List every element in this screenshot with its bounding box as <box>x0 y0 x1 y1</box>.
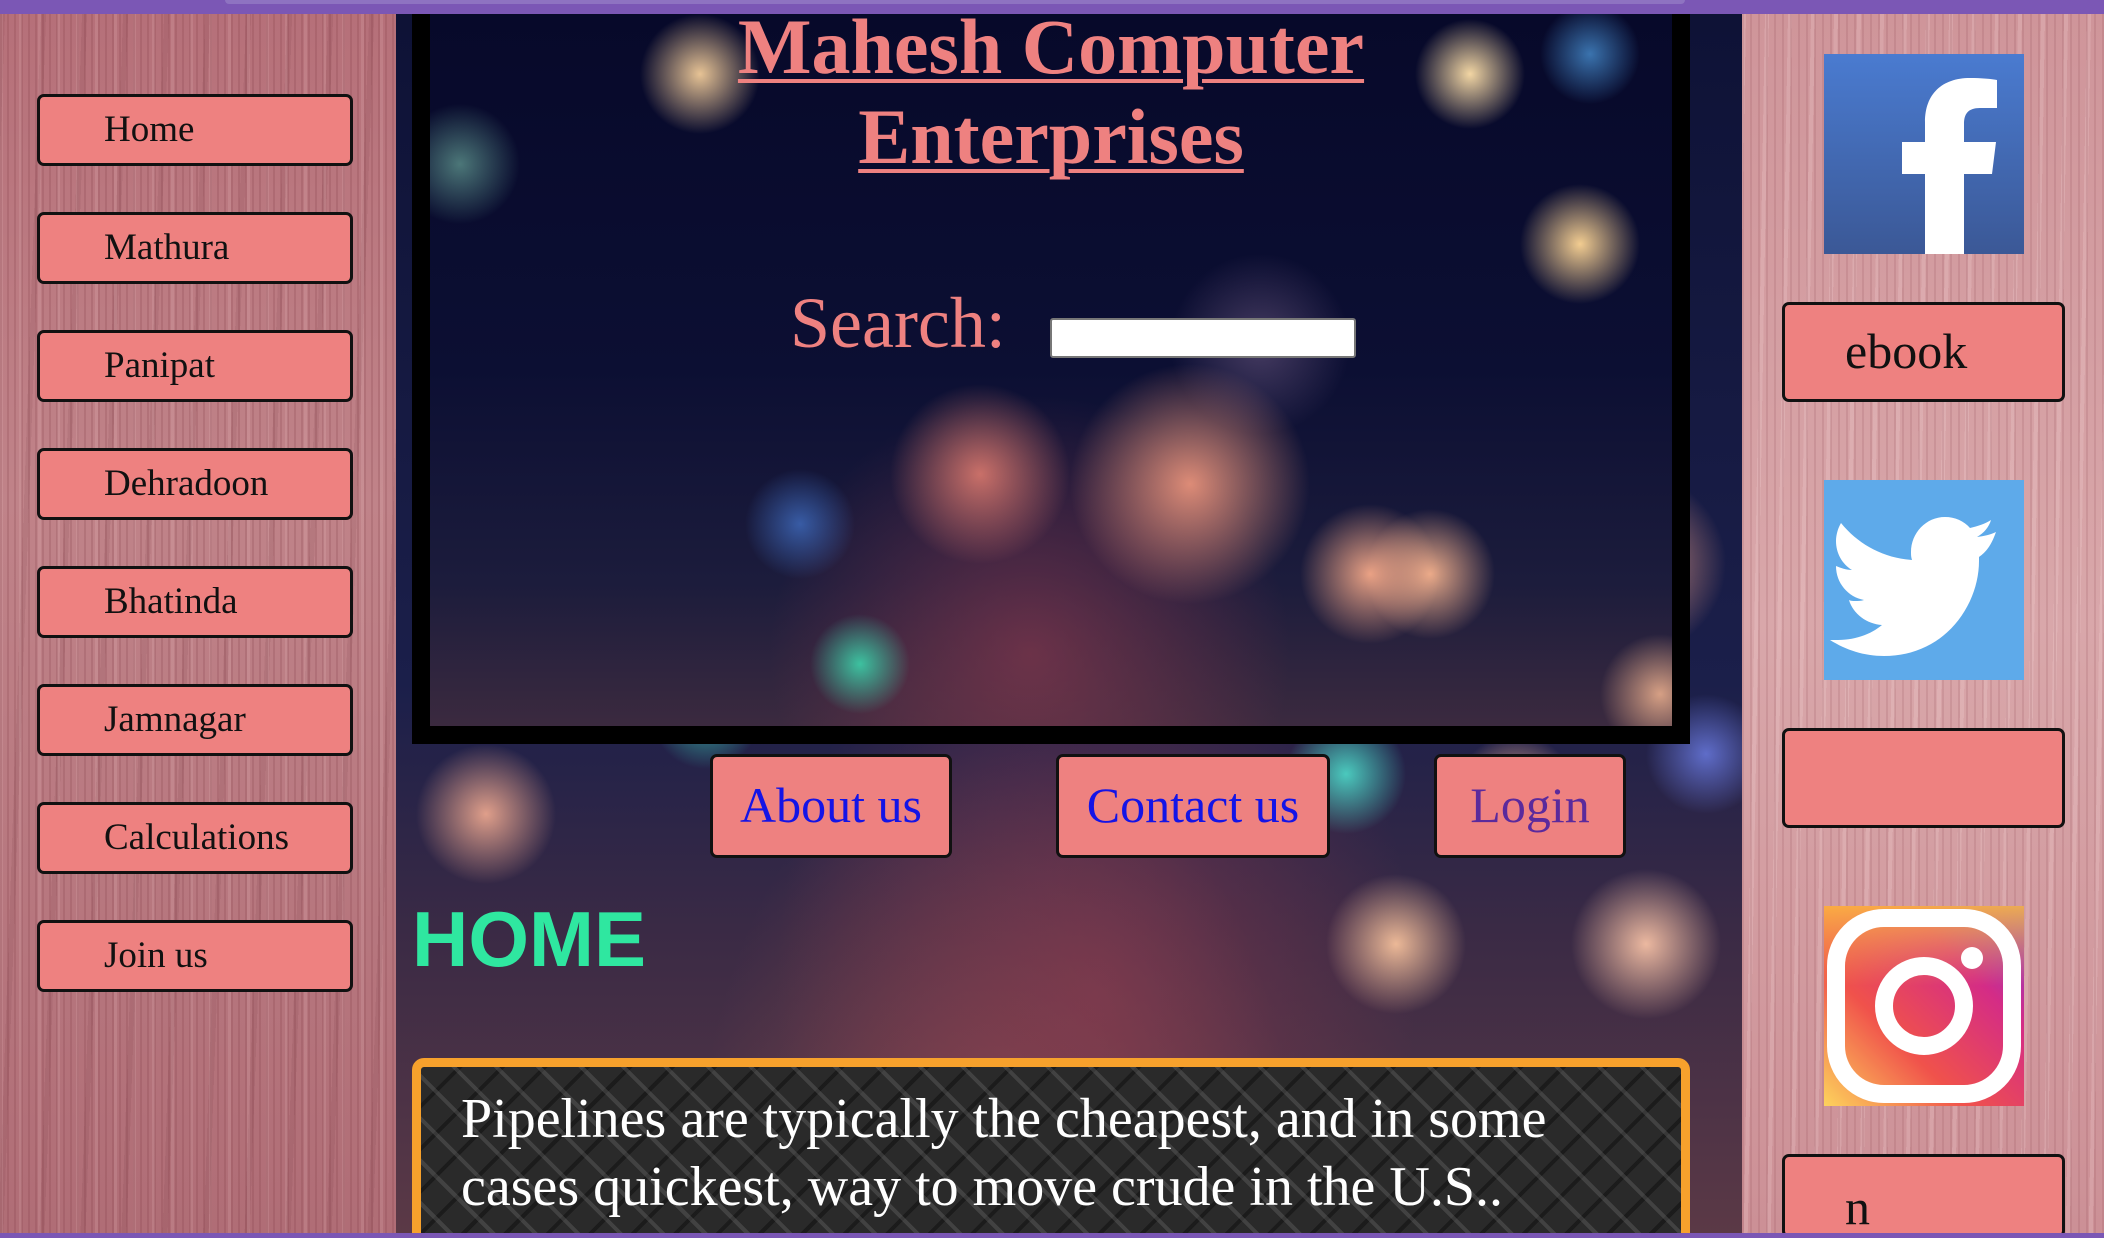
sidebar-item-calculations[interactable]: Calculations <box>37 802 353 874</box>
sidebar-item-panipat[interactable]: Panipat <box>37 330 353 402</box>
article-text: Pipelines are typically the cheapest, an… <box>461 1088 1547 1218</box>
facebook-button-label: ebook <box>1845 323 1968 379</box>
search-label: Search: <box>790 283 1006 363</box>
top-bar <box>0 0 2104 14</box>
twitter-icon[interactable] <box>1824 480 2024 680</box>
hero-banner: Mahesh Computer Enterprises Search: <box>412 14 1690 744</box>
instagram-icon[interactable] <box>1824 906 2024 1106</box>
site-title: Mahesh Computer Enterprises <box>737 14 1365 180</box>
about-us-link[interactable]: About us <box>710 754 952 858</box>
search-input[interactable] <box>1050 318 1356 358</box>
sidebar-item-mathura[interactable]: Mathura <box>37 212 353 284</box>
page-heading: HOME <box>412 895 646 983</box>
twitter-button[interactable] <box>1782 728 2065 828</box>
sidebar-item-jamnagar[interactable]: Jamnagar <box>37 684 353 756</box>
login-link[interactable]: Login <box>1434 754 1626 858</box>
sidebar-item-bhatinda[interactable]: Bhatinda <box>37 566 353 638</box>
contact-us-link[interactable]: Contact us <box>1056 754 1330 858</box>
sidebar-item-join-us[interactable]: Join us <box>37 920 353 992</box>
article-card: Pipelines are typically the cheapest, an… <box>412 1058 1690 1233</box>
facebook-icon[interactable] <box>1824 54 2024 254</box>
sidebar-item-home[interactable]: Home <box>37 94 353 166</box>
bottom-bar <box>0 1233 2104 1238</box>
instagram-button-label: n <box>1845 1179 1870 1235</box>
instagram-button[interactable]: n <box>1782 1154 2065 1238</box>
sidebar-item-dehradoon[interactable]: Dehradoon <box>37 448 353 520</box>
main-content: Mahesh Computer Enterprises Search: Abou… <box>396 14 1742 1233</box>
facebook-button[interactable]: ebook <box>1782 302 2065 402</box>
